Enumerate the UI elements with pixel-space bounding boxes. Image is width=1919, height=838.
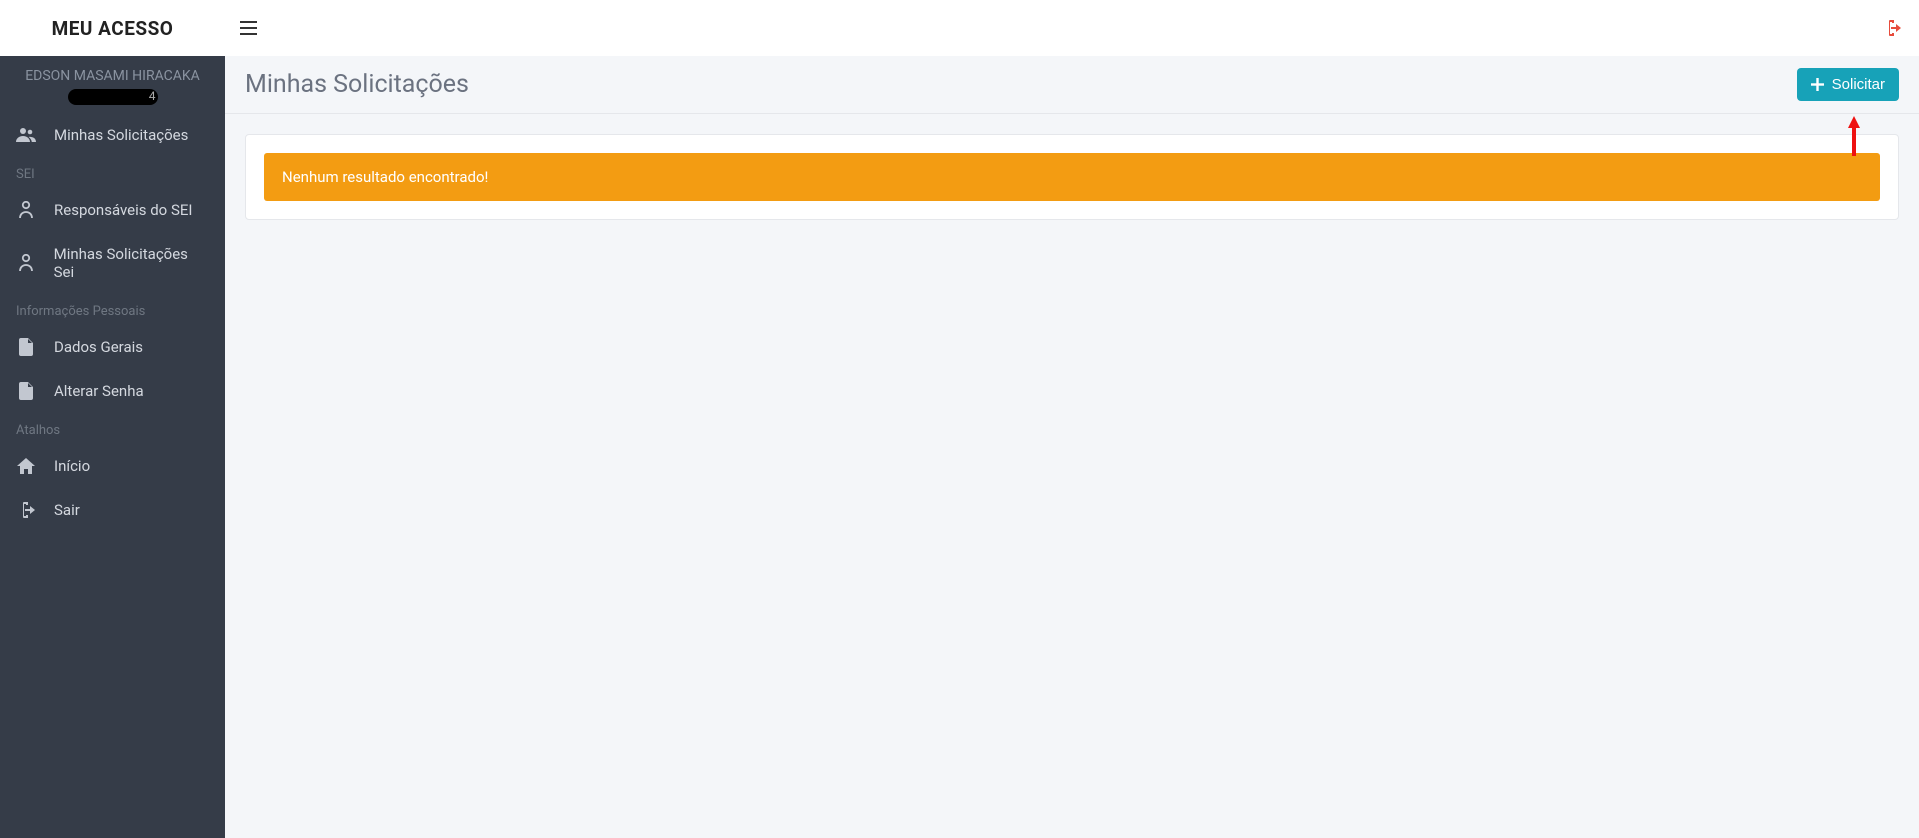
logout-top-button[interactable] [1883, 20, 1901, 36]
user-name: EDSON MASAMI HIRACAKA [10, 68, 215, 84]
hamburger-icon [240, 21, 257, 35]
sidebar-item-alterar-senha[interactable]: Alterar Senha [0, 369, 225, 413]
no-results-alert: Nenhum resultado encontrado! [264, 153, 1880, 201]
document-icon [16, 382, 36, 400]
sidebar-item-minhas-solicitacoes-sei[interactable]: Minhas Solicitações Sei [0, 232, 225, 294]
home-icon [16, 458, 36, 474]
sidebar-item-label: Sair [54, 501, 80, 519]
plus-icon [1811, 78, 1824, 91]
person-icon [16, 201, 36, 219]
results-card: Nenhum resultado encontrado! [245, 134, 1899, 220]
sidebar-item-dados-gerais[interactable]: Dados Gerais [0, 325, 225, 369]
document-icon [16, 338, 36, 356]
sidebar-item-responsaveis-sei[interactable]: Responsáveis do SEI [0, 188, 225, 232]
sidebar-item-label: Início [54, 457, 90, 475]
users-icon [16, 127, 36, 143]
brand-title: MEU ACESSO [0, 17, 225, 40]
user-id-redacted [68, 89, 158, 105]
sidebar-item-label: Minhas Solicitações Sei [54, 245, 209, 281]
sidebar-item-label: Dados Gerais [54, 338, 143, 356]
content-header: Minhas Solicitações Solicitar [225, 56, 1919, 114]
sidebar-section-sei: SEI [0, 157, 225, 188]
main-content: Minhas Solicitações Solicitar Nenhum res… [225, 0, 1919, 838]
sidebar-section-atalhos: Atalhos [0, 413, 225, 444]
sidebar-item-inicio[interactable]: Início [0, 444, 225, 488]
sidebar-item-label: Responsáveis do SEI [54, 201, 192, 219]
sidebar-item-sair[interactable]: Sair [0, 488, 225, 532]
user-block: EDSON MASAMI HIRACAKA [0, 56, 225, 113]
person-icon [16, 254, 36, 272]
page-title: Minhas Solicitações [245, 70, 469, 99]
logout-icon [1883, 20, 1901, 36]
sidebar-item-label: Minhas Solicitações [54, 126, 188, 144]
content-body: Nenhum resultado encontrado! [225, 114, 1919, 240]
menu-toggle[interactable] [240, 21, 257, 35]
solicitar-label: Solicitar [1832, 76, 1885, 93]
topbar: MEU ACESSO [0, 0, 1919, 56]
sidebar-section-info: Informações Pessoais [0, 294, 225, 325]
sidebar-item-minhas-solicitacoes[interactable]: Minhas Solicitações [0, 113, 225, 157]
solicitar-button[interactable]: Solicitar [1797, 68, 1899, 101]
logout-icon [16, 502, 36, 518]
sidebar: EDSON MASAMI HIRACAKA Minhas Solicitaçõe… [0, 0, 225, 838]
sidebar-item-label: Alterar Senha [54, 382, 144, 400]
